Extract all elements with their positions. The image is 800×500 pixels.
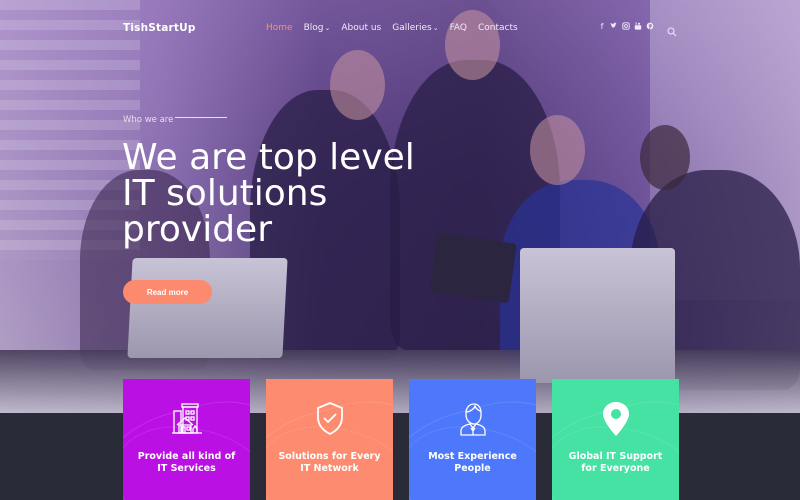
nav-home[interactable]: Home [266, 23, 293, 33]
top-navigation: TishStartUp Home Blog ⌄ About us Gallerie… [0, 0, 800, 58]
nav-faq-label: FAQ [449, 23, 468, 33]
laptop [520, 248, 675, 383]
nav-galleries[interactable]: Galleries ⌄ [392, 23, 438, 33]
nav-home-label: Home [266, 23, 293, 33]
nav-faq[interactable]: FAQ [450, 23, 467, 33]
youtube-icon[interactable] [634, 22, 642, 32]
tablet [429, 232, 517, 304]
person-head [530, 115, 585, 185]
feature-card-it-network[interactable]: Solutions for Every IT Network [266, 379, 393, 500]
chevron-down-icon: ⌄ [432, 24, 439, 32]
feature-label: Provide all kind of IT Services [137, 451, 236, 474]
feature-label: Most Experience People [428, 451, 517, 474]
hero-headline: We are top level IT solutions provider [122, 140, 442, 248]
nav-blog-label: Blog [303, 23, 324, 33]
site-logo[interactable]: TishStartUp [123, 22, 196, 34]
nav-galleries-label: Galleries [392, 23, 432, 33]
nav-about-label: About us [341, 23, 382, 33]
feature-cards: Provide all kind of IT Services Solution… [123, 379, 679, 500]
nav-contacts-label: Contacts [478, 23, 518, 33]
nav-contacts[interactable]: Contacts [478, 23, 518, 33]
social-links: f [598, 22, 654, 32]
map-pin-icon [602, 402, 629, 436]
headline-line: provider [122, 209, 272, 250]
feature-card-global-support[interactable]: Global IT Support for Everyone [552, 379, 679, 500]
feature-label: Global IT Support for Everyone [568, 451, 663, 474]
nav-blog[interactable]: Blog ⌄ [304, 23, 331, 33]
instagram-icon[interactable] [622, 22, 630, 32]
facebook-icon[interactable]: f [598, 22, 606, 32]
feature-card-experienced-people[interactable]: Most Experience People [409, 379, 536, 500]
eyebrow-text: Who we are [123, 115, 174, 125]
building-icon [171, 403, 202, 434]
person-head [330, 50, 385, 120]
headline-line: We are top level [122, 137, 415, 178]
main-menu: Home Blog ⌄ About us Galleries ⌄ FAQ Conta… [266, 23, 529, 33]
person-head [640, 125, 690, 190]
headline-line: IT solutions [122, 173, 328, 214]
read-more-button[interactable]: Read more [123, 280, 212, 304]
pinterest-icon[interactable] [646, 22, 654, 32]
nav-about-us[interactable]: About us [341, 23, 381, 33]
person-icon [459, 403, 486, 436]
feature-label: Solutions for Every IT Network [278, 451, 381, 474]
search-icon[interactable] [667, 22, 677, 37]
laptop [127, 258, 288, 358]
chevron-down-icon: ⌄ [324, 24, 331, 32]
feature-card-it-services[interactable]: Provide all kind of IT Services [123, 379, 250, 500]
hero-eyebrow: Who we are [123, 115, 228, 125]
eyebrow-divider [175, 116, 228, 118]
shield-check-icon [316, 402, 343, 436]
twitter-icon[interactable] [610, 22, 618, 32]
